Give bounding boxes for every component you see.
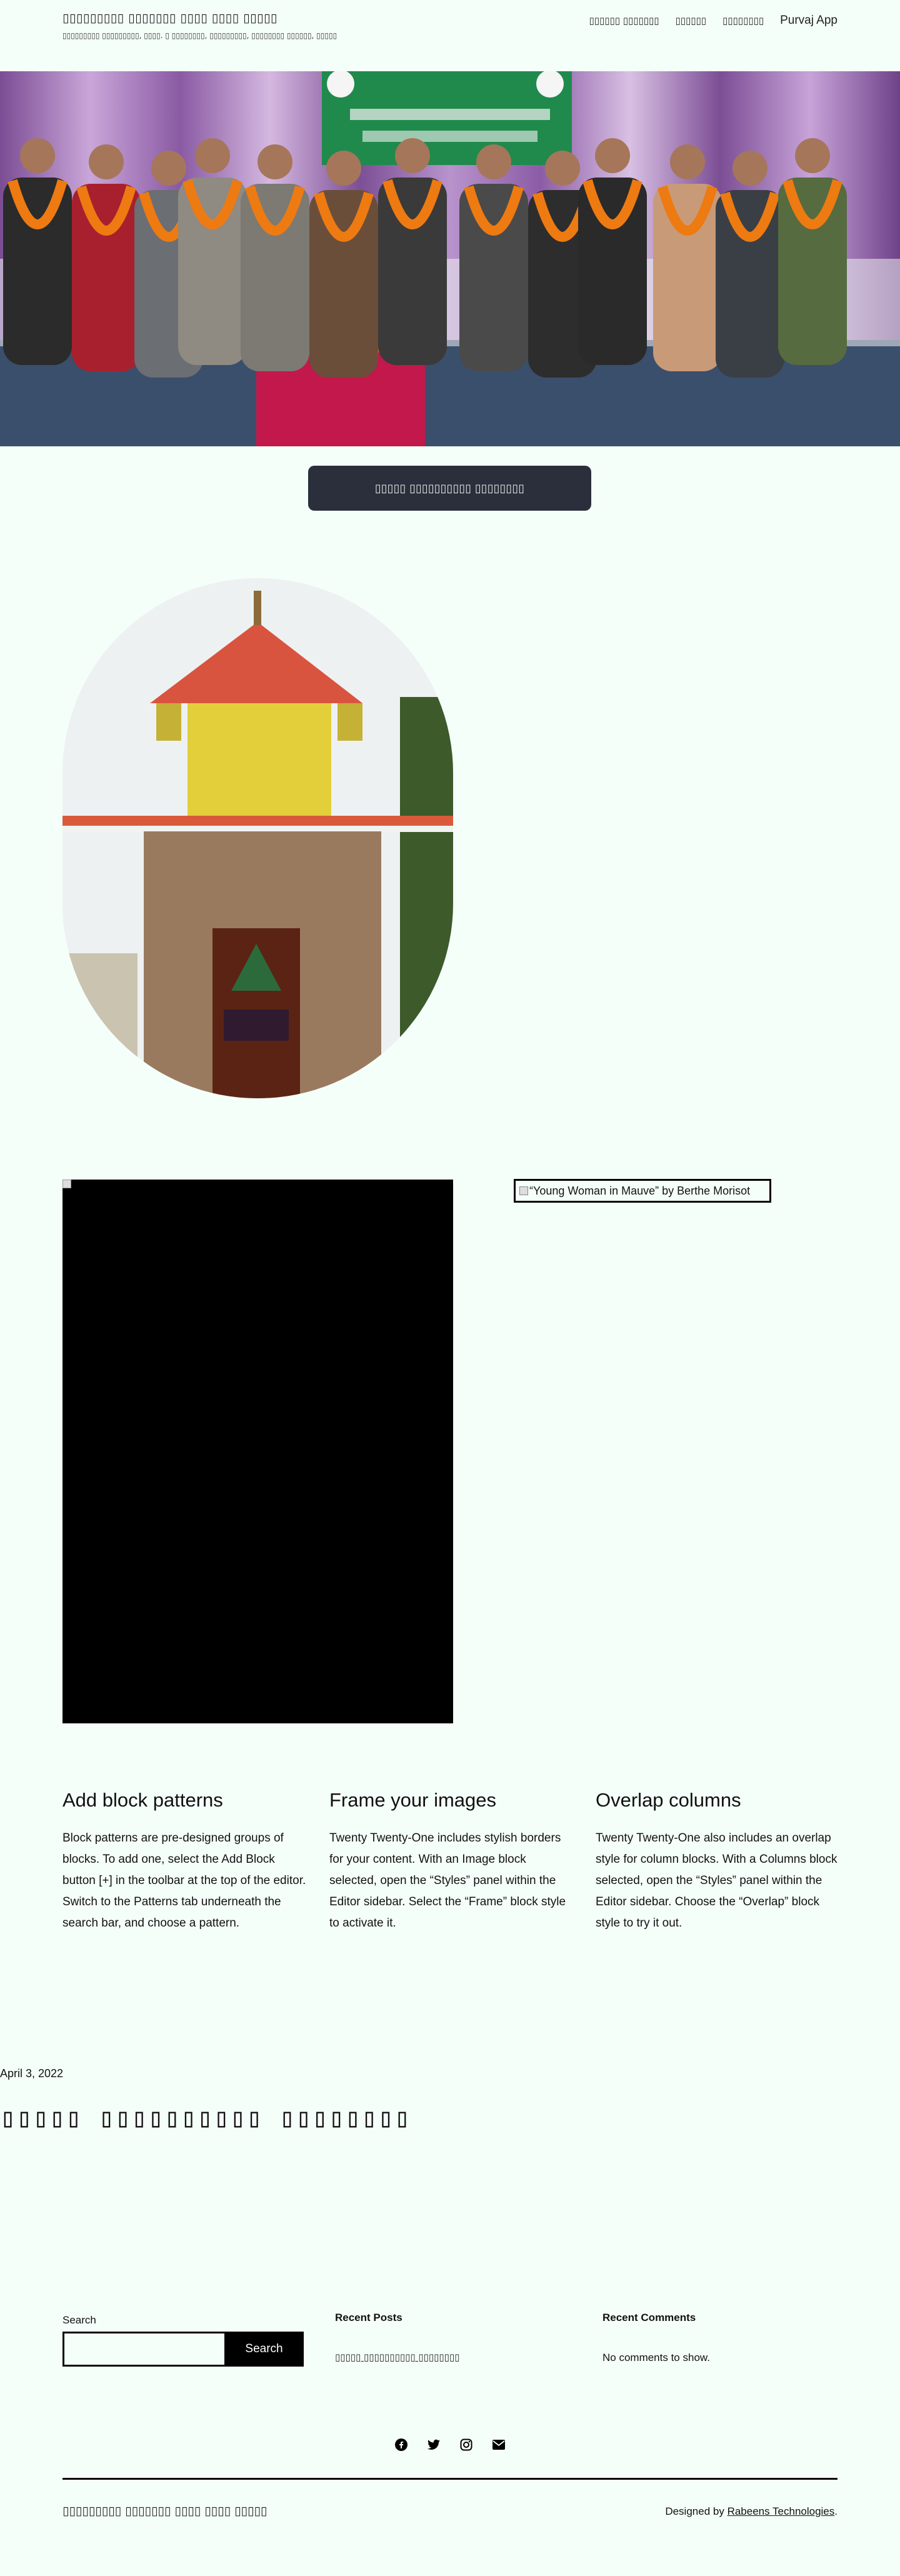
broken-image-icon (62, 1180, 71, 1188)
column-frame-your-images: Frame your images Twenty Twenty-One incl… (329, 1789, 573, 1934)
person-head (545, 151, 580, 186)
credit-suffix: . (834, 2505, 838, 2517)
cta-button[interactable]: ▯▯▯▯▯ ▯▯▯▯▯▯▯▯▯▯ ▯▯▯▯▯▯▯▯ (308, 466, 591, 511)
post-date[interactable]: April 3, 2022 (0, 2067, 63, 2080)
footer-divider (62, 2478, 838, 2480)
instagram-icon[interactable] (459, 2437, 474, 2452)
recent-posts-heading: Recent Posts (335, 2312, 402, 2323)
person-head (151, 151, 186, 186)
recent-post-link[interactable]: ▯▯▯▯▯ ▯▯▯▯▯▯▯▯▯▯ ▯▯▯▯▯▯▯▯ (335, 2352, 459, 2363)
broken-image-icon (519, 1186, 528, 1195)
person-body (3, 178, 72, 365)
temple-image (62, 578, 453, 1098)
person-body (578, 178, 647, 365)
person-head (195, 138, 230, 173)
person-body (653, 184, 722, 371)
person-head (20, 138, 55, 173)
nav-item-1[interactable]: ▯▯▯▯▯▯ ▯▯▯▯▯▯▯ (589, 15, 659, 26)
morisot-image-alt: “Young Woman in Mauve” by Berthe Morisot (514, 1179, 771, 1203)
main-nav: ▯▯▯▯▯▯ ▯▯▯▯▯▯▯ ▯▯▯▯▯▯ ▯▯▯▯▯▯▯▯ Purvaj Ap… (589, 14, 838, 28)
mail-icon[interactable] (491, 2437, 506, 2452)
site-tagline: ▯▯▯▯▯▯▯▯▯ ▯▯▯▯▯▯▯▯▯, ▯▯▯▯. ▯ ▯▯▯▯▯▯▯▯, ▯… (62, 31, 338, 40)
person-head (732, 151, 768, 186)
search-button[interactable]: Search (224, 2332, 304, 2367)
person-body (716, 190, 784, 378)
credit-link[interactable]: Rabeens Technologies (728, 2505, 835, 2517)
person-body (378, 178, 447, 365)
person-body (178, 178, 247, 365)
nav-item-purvaj-app[interactable]: Purvaj App (780, 14, 838, 28)
person-body (241, 184, 309, 371)
person-body (309, 190, 378, 378)
person-head (795, 138, 830, 173)
footer-credit: Designed by Rabeens Technologies. (665, 2505, 838, 2518)
person-head (258, 144, 292, 179)
search-input[interactable] (62, 2332, 226, 2367)
column-overlap-columns: Overlap columns Twenty Twenty-One also i… (596, 1789, 839, 1934)
person-body (459, 184, 528, 371)
footer-site-title[interactable]: ▯▯▯▯▯▯▯▯▯ ▯▯▯▯▯▯▯ ▯▯▯▯ ▯▯▯▯ ▯▯▯▯▯ (62, 2504, 267, 2518)
person-body (72, 184, 141, 371)
column-title: Overlap columns (596, 1789, 741, 1811)
column-body: Block patterns are pre-designed groups o… (62, 1832, 306, 1930)
site-title[interactable]: ▯▯▯▯▯▯▯▯▯ ▯▯▯▯▯▯▯ ▯▯▯▯ ▯▯▯▯ ▯▯▯▯▯ (62, 11, 278, 25)
search-label: Search (62, 2314, 96, 2326)
column-title: Add block patterns (62, 1789, 223, 1811)
nav-item-2[interactable]: ▯▯▯▯▯▯ (676, 15, 707, 26)
credit-prefix: Designed by (665, 2505, 728, 2517)
person-body (778, 178, 847, 365)
column-body: Twenty Twenty-One includes stylish borde… (329, 1832, 566, 1930)
column-add-block-patterns: Add block patterns Block patterns are pr… (62, 1789, 306, 1934)
person-head (476, 144, 511, 179)
no-comments-text: No comments to show. (602, 2352, 710, 2363)
person-head (670, 144, 705, 179)
facebook-icon[interactable] (394, 2437, 409, 2452)
column-title: Frame your images (329, 1789, 497, 1811)
social-links (0, 2437, 900, 2452)
person-head (595, 138, 630, 173)
person-head (326, 151, 361, 186)
morisot-alt-text: “Young Woman in Mauve” by Berthe Morisot (529, 1184, 751, 1197)
person-head (395, 138, 430, 173)
column-body: Twenty Twenty-One also includes an overl… (596, 1832, 838, 1930)
recent-comments-heading: Recent Comments (602, 2312, 696, 2323)
post-title[interactable]: ▯▯▯▯▯ ▯▯▯▯▯▯▯▯▯▯ ▯▯▯▯▯▯▯▯ (0, 2102, 411, 2133)
twitter-icon[interactable] (426, 2437, 441, 2452)
person-head (89, 144, 124, 179)
hero-group-photo (0, 71, 900, 446)
image-placeholder-dark (62, 1180, 453, 1723)
nav-item-3[interactable]: ▯▯▯▯▯▯▯▯ (722, 15, 764, 26)
